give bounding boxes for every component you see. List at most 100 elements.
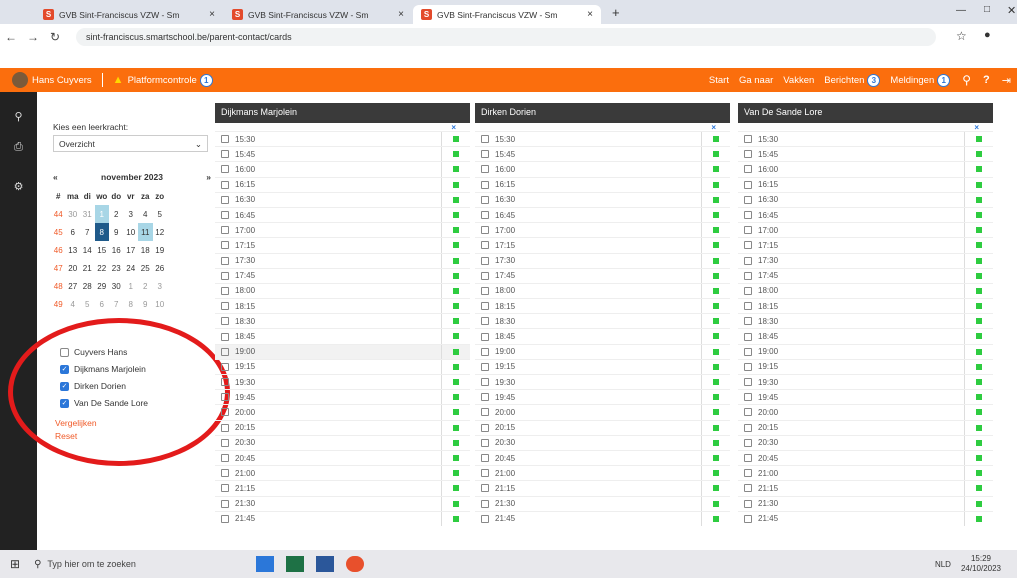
time-slot-row[interactable]: 18:00: [215, 282, 470, 299]
slot-checkbox[interactable]: [481, 226, 489, 235]
slot-checkbox[interactable]: [481, 393, 489, 402]
time-slot-row[interactable]: 18:30: [475, 313, 730, 329]
slot-checkbox[interactable]: [744, 302, 752, 311]
time-slot-row[interactable]: 20:15: [738, 419, 993, 435]
close-icon[interactable]: ×: [398, 9, 404, 20]
slot-checkbox[interactable]: [744, 180, 752, 189]
chrome-icon[interactable]: [345, 556, 364, 572]
time-slot-row[interactable]: 18:30: [738, 313, 993, 329]
avatar[interactable]: [12, 72, 28, 88]
calendar-day[interactable]: 21: [80, 259, 95, 277]
calendar-day[interactable]: 2: [138, 277, 153, 295]
slot-checkbox[interactable]: [744, 317, 752, 326]
platformcontrole-link[interactable]: Platformcontrole: [128, 75, 197, 86]
slot-checkbox[interactable]: [744, 469, 752, 478]
calendar-day[interactable]: 13: [66, 241, 81, 259]
slot-checkbox[interactable]: [481, 378, 489, 387]
time-slot-row[interactable]: 19:00: [738, 343, 993, 359]
time-slot-row[interactable]: 21:45: [215, 510, 470, 526]
slot-checkbox[interactable]: [221, 150, 229, 159]
clock-time[interactable]: 15:29: [971, 554, 991, 563]
time-slot-row[interactable]: 18:00: [738, 282, 993, 299]
calendar-day[interactable]: 11: [138, 223, 153, 241]
time-slot-row[interactable]: 16:00: [475, 161, 730, 177]
time-slot-row[interactable]: 18:15: [215, 298, 470, 314]
slot-checkbox[interactable]: [221, 514, 229, 523]
slot-checkbox[interactable]: [744, 438, 752, 447]
nav-start[interactable]: Start: [709, 75, 729, 86]
calendar-day[interactable]: 27: [66, 277, 81, 295]
time-slot-row[interactable]: 18:45: [738, 328, 993, 344]
slot-checkbox[interactable]: [481, 514, 489, 523]
calendar-day[interactable]: 7: [80, 223, 95, 241]
calendar-day[interactable]: 9: [138, 295, 153, 313]
calendar-day[interactable]: 15: [95, 241, 110, 259]
nav-vakken[interactable]: Vakken: [783, 75, 814, 86]
maximize-icon[interactable]: □: [984, 4, 990, 15]
slot-checkbox[interactable]: [221, 180, 229, 189]
browser-tab[interactable]: S GVB Sint-Franciscus VZW - Sm ×: [35, 5, 223, 24]
calendar-day[interactable]: 17: [124, 241, 139, 259]
slot-checkbox[interactable]: [481, 332, 489, 341]
profile-icon[interactable]: ●: [984, 29, 991, 41]
slot-checkbox[interactable]: [221, 408, 229, 417]
slot-checkbox[interactable]: [221, 135, 229, 144]
slot-checkbox[interactable]: [744, 332, 752, 341]
slot-checkbox[interactable]: [744, 347, 752, 356]
calendar-day[interactable]: 6: [66, 223, 81, 241]
slot-checkbox[interactable]: [744, 241, 752, 250]
taskbar-search[interactable]: Typ hier om te zoeken: [47, 559, 136, 569]
clear-column-icon[interactable]: ×: [738, 123, 993, 132]
slot-checkbox[interactable]: [481, 438, 489, 447]
time-slot-row[interactable]: 20:00: [215, 404, 470, 420]
close-window-icon[interactable]: ✕: [1007, 4, 1016, 17]
time-slot-row[interactable]: 21:15: [475, 480, 730, 496]
minimize-icon[interactable]: —: [956, 5, 966, 16]
slot-checkbox[interactable]: [221, 226, 229, 235]
slot-checkbox[interactable]: [744, 514, 752, 523]
slot-checkbox[interactable]: [221, 347, 229, 356]
slot-checkbox[interactable]: [744, 195, 752, 204]
time-slot-row[interactable]: 17:15: [215, 237, 470, 253]
time-slot-row[interactable]: 16:45: [475, 206, 730, 223]
slot-checkbox[interactable]: [481, 408, 489, 417]
slot-checkbox[interactable]: [481, 241, 489, 250]
time-slot-row[interactable]: 16:00: [215, 161, 470, 177]
calendar-day[interactable]: 12: [153, 223, 168, 241]
calendar-day[interactable]: 28: [80, 277, 95, 295]
slot-checkbox[interactable]: [481, 362, 489, 371]
time-slot-row[interactable]: 16:00: [738, 161, 993, 177]
slot-checkbox[interactable]: [481, 211, 489, 220]
clock-date[interactable]: 24/10/2023: [961, 564, 1001, 573]
next-month-button[interactable]: »: [206, 172, 211, 182]
reload-icon[interactable]: ↻: [44, 30, 66, 44]
calendar-day[interactable]: 4: [138, 205, 153, 223]
search-icon[interactable]: ⚲: [0, 110, 37, 123]
slot-checkbox[interactable]: [744, 286, 752, 295]
time-slot-row[interactable]: 15:45: [475, 146, 730, 162]
time-slot-row[interactable]: 16:45: [738, 206, 993, 223]
time-slot-row[interactable]: 19:45: [215, 389, 470, 405]
user-name[interactable]: Hans Cuyvers: [32, 75, 92, 86]
calendar-day[interactable]: 26: [153, 259, 168, 277]
slot-checkbox[interactable]: [221, 362, 229, 371]
time-slot-row[interactable]: 21:45: [475, 510, 730, 526]
back-icon[interactable]: ←: [0, 30, 22, 44]
word-icon[interactable]: [315, 556, 334, 572]
language-indicator[interactable]: NLD: [935, 560, 951, 569]
time-slot-row[interactable]: 16:30: [475, 191, 730, 207]
print-icon[interactable]: ⎙: [0, 141, 37, 154]
calendar-day-selected[interactable]: 8: [94, 223, 109, 241]
time-slot-row[interactable]: 15:45: [215, 146, 470, 162]
time-slot-row[interactable]: 20:00: [475, 404, 730, 420]
slot-checkbox[interactable]: [481, 195, 489, 204]
time-slot-row[interactable]: 20:15: [215, 419, 470, 435]
slot-checkbox[interactable]: [481, 484, 489, 493]
calendar-day[interactable]: 14: [80, 241, 95, 259]
slot-checkbox[interactable]: [221, 165, 229, 174]
time-slot-row[interactable]: 18:45: [215, 328, 470, 344]
slot-checkbox[interactable]: [221, 317, 229, 326]
nav-berichten[interactable]: Berichten: [824, 75, 864, 86]
slot-checkbox[interactable]: [221, 195, 229, 204]
time-slot-row[interactable]: 19:45: [738, 389, 993, 405]
